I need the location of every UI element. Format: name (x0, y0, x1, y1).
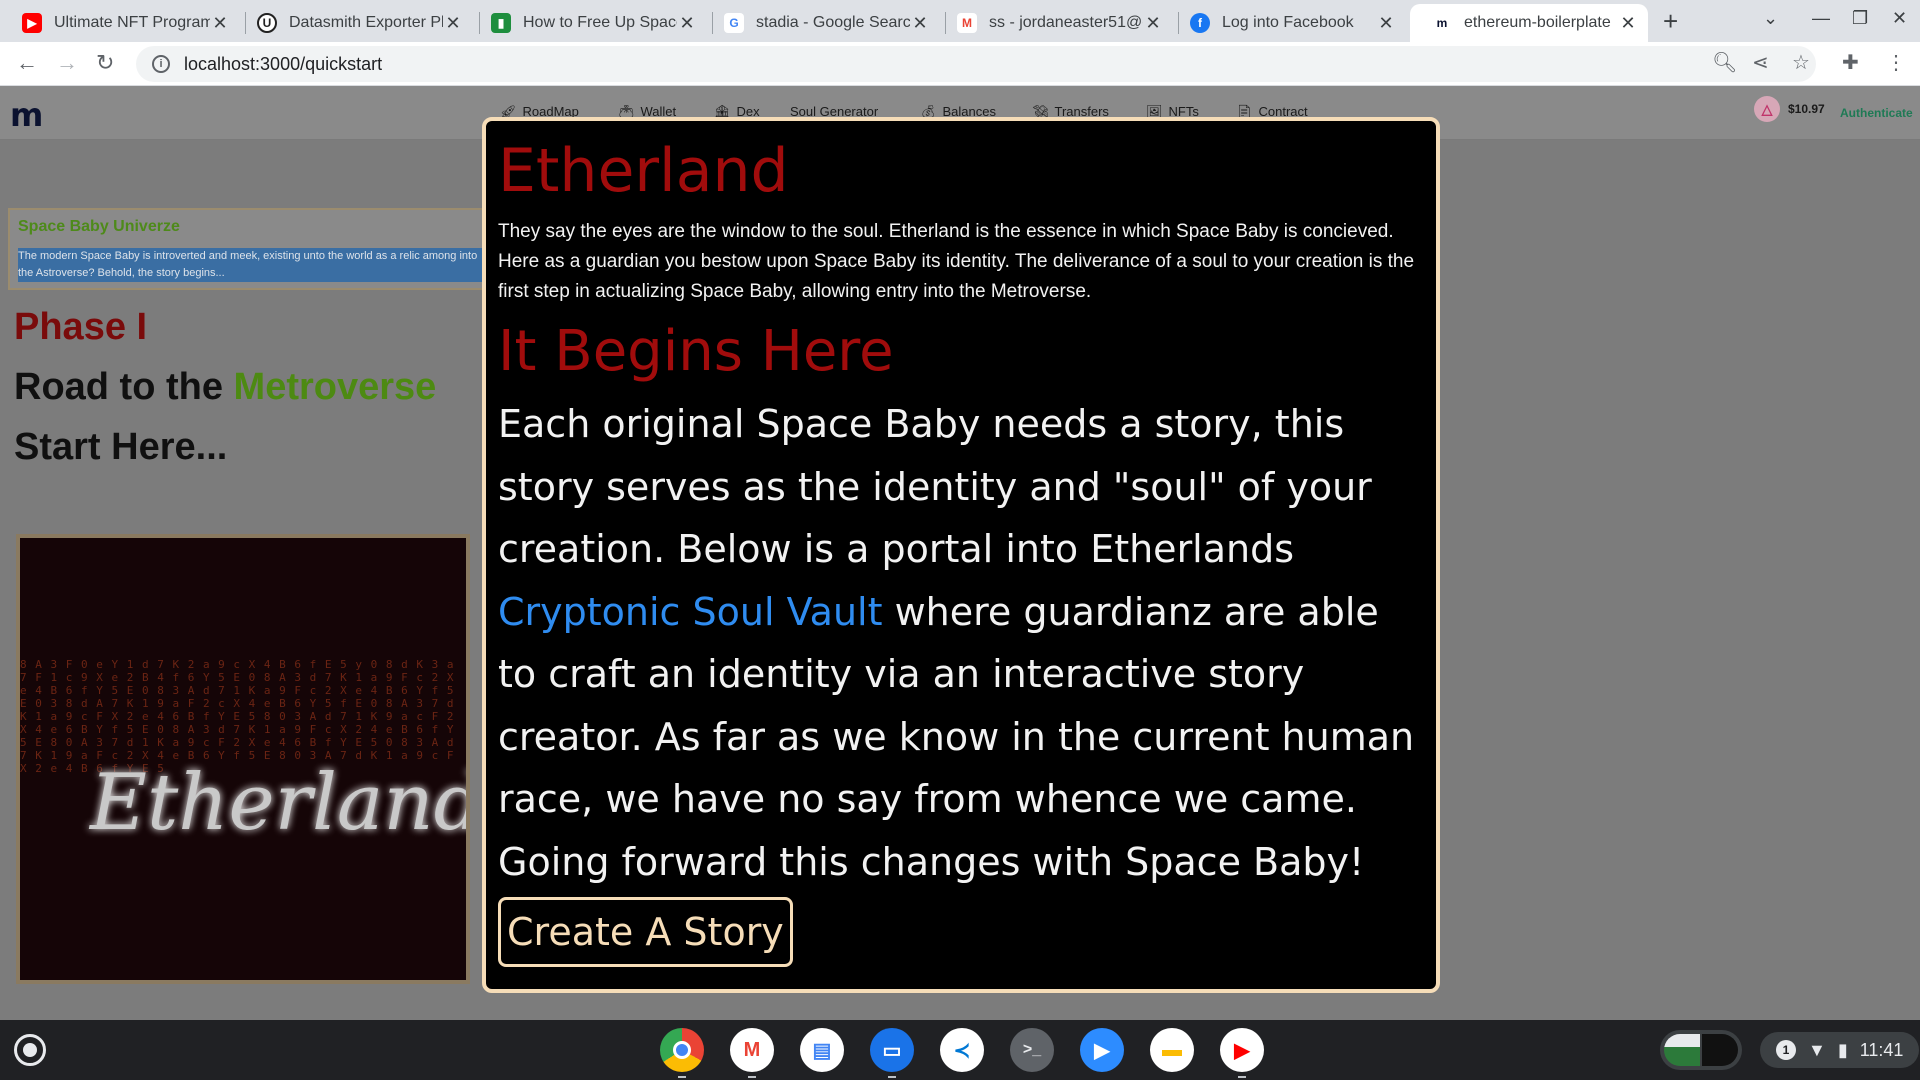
close-icon[interactable]: ✕ (443, 13, 463, 34)
share-icon[interactable]: ⋖ (1752, 50, 1769, 75)
google-icon: G (724, 13, 744, 33)
card-title: Space Baby Univerze (18, 218, 180, 235)
road-heading: Road to the Metroverse (14, 366, 437, 408)
window-close-icon[interactable]: ✕ (1892, 8, 1907, 29)
chrome-icon[interactable] (660, 1028, 704, 1078)
gmail-icon: M (957, 13, 977, 33)
address-bar[interactable]: i localhost:3000/quickstart (136, 46, 1816, 82)
forward-icon[interactable]: → (56, 50, 78, 76)
zoom-icon[interactable]: 🔍︎ (1712, 50, 1737, 75)
tab-title: Log into Facebook (1222, 14, 1354, 31)
battery-icon: ▮ (1837, 1039, 1848, 1060)
bookmark-star-icon[interactable]: ☆ (1792, 50, 1810, 75)
tab-facebook[interactable]: f Log into Facebook ✕ (1168, 4, 1406, 42)
notification-count: 1 (1776, 1040, 1796, 1060)
back-icon[interactable]: ← (16, 50, 38, 76)
cryptonic-soul-vault-link[interactable]: Cryptonic Soul Vault (498, 590, 883, 634)
tab-title: ss - jordaneaster51@gm (989, 14, 1143, 31)
unreal-icon: U (257, 13, 277, 33)
tab-search-chevron-icon[interactable]: ⌄ (1763, 8, 1778, 29)
files-icon[interactable]: ▭ (870, 1028, 914, 1078)
create-story-button[interactable]: Create A Story (498, 897, 793, 967)
tab-datasmith[interactable]: U Datasmith Exporter Plu ✕ (235, 4, 473, 42)
menu-kebab-icon[interactable]: ⋮ (1886, 50, 1906, 75)
tab-ultimate-nft[interactable]: ▶ Ultimate NFT Programm ✕ (0, 4, 240, 42)
tab-title: Ultimate NFT Programm (54, 14, 210, 31)
phase-heading: Phase I (14, 306, 148, 348)
wallet-balance[interactable]: △ $10.97 (1754, 96, 1825, 122)
launcher-icon[interactable] (14, 1034, 46, 1066)
clock: 11:41 (1859, 1039, 1904, 1060)
tab-free-up-space[interactable]: ▮ How to Free Up Space o ✕ (469, 4, 707, 42)
tab-gmail[interactable]: M ss - jordaneaster51@gm ✕ (935, 4, 1173, 42)
docs-icon[interactable]: ▤ (800, 1028, 844, 1072)
url-text: localhost:3000/quickstart (184, 53, 383, 74)
tote-thumbnails[interactable] (1660, 1030, 1742, 1070)
modal-title: Etherland (498, 136, 789, 206)
tab-ethereum-boilerplate[interactable]: m ethereum-boilerplate ✕ (1410, 4, 1648, 42)
modal-subtitle: It Begins Here (498, 319, 894, 384)
terminal-icon[interactable]: >_ (1010, 1028, 1054, 1072)
browser-toolbar: ← → ↻ i localhost:3000/quickstart (0, 42, 1920, 86)
tab-title: stadia - Google Search (756, 14, 910, 31)
vscode-icon[interactable]: ≺ (940, 1028, 984, 1072)
univerze-card: Space Baby Univerze The modern Space Bab… (8, 208, 508, 290)
close-icon[interactable]: ✕ (1376, 13, 1396, 34)
google-files-icon: ▮ (491, 13, 511, 33)
close-icon[interactable]: ✕ (210, 13, 230, 34)
restore-icon[interactable]: ❐ (1852, 8, 1868, 29)
modal-story: Each original Space Baby needs a story, … (498, 402, 1415, 884)
start-here-heading: Start Here... (14, 426, 228, 468)
tab-title: How to Free Up Space o (523, 14, 677, 31)
tab-stadia-search[interactable]: G stadia - Google Search ✕ (702, 4, 940, 42)
gmail-icon[interactable]: M (730, 1028, 774, 1078)
tab-strip: ▶ Ultimate NFT Programm ✕ U Datasmith Ex… (0, 0, 1920, 42)
thumbnail-image (1702, 1034, 1738, 1066)
moralis-icon: m (1432, 13, 1452, 33)
close-icon[interactable]: ✕ (1143, 13, 1163, 34)
close-icon[interactable]: ✕ (1618, 13, 1638, 34)
etherland-artwork: 8 A 3 F 0 e Y 1 d 7 K 2 a 9 c X 4 B 6 f … (16, 534, 470, 984)
new-tab-button[interactable]: + (1663, 6, 1678, 37)
tab-title: ethereum-boilerplate (1464, 14, 1611, 31)
modal-intro: They say the eyes are the window to the … (498, 221, 1415, 302)
youtube-icon[interactable]: ▶ (1220, 1028, 1264, 1078)
extensions-icon[interactable]: ✚ (1842, 50, 1859, 75)
status-tray[interactable]: 1 ▼ ▮ 11:41 (1760, 1032, 1920, 1068)
os-shelf: M ▤ ▭ ≺ >_ ▶ ▬ ▶ 1 ▼ ▮ 11:41 (0, 1020, 1920, 1080)
thumbnail-image (1664, 1034, 1700, 1066)
authenticate-button[interactable]: Authenticate (1840, 106, 1913, 120)
facebook-icon: f (1190, 13, 1210, 33)
close-icon[interactable]: ✕ (910, 13, 930, 34)
etherland-art-title: Etherland (90, 758, 470, 848)
wifi-icon: ▼ (1808, 1039, 1826, 1060)
balance-value: $10.97 (1788, 102, 1825, 116)
zoom-icon[interactable]: ▶ (1080, 1028, 1124, 1072)
moralis-logo[interactable]: m (10, 96, 43, 134)
etherland-modal: Etherland They say the eyes are the wind… (482, 117, 1440, 993)
close-icon[interactable]: ✕ (677, 13, 697, 34)
chain-icon: △ (1754, 96, 1780, 122)
site-info-icon[interactable]: i (152, 55, 170, 73)
card-description: The modern Space Baby is introverted and… (18, 248, 488, 282)
minimize-icon[interactable]: — (1812, 8, 1830, 29)
reload-icon[interactable]: ↻ (96, 50, 114, 76)
metroverse-text: Metroverse (233, 366, 437, 408)
tab-title: Datasmith Exporter Plu (289, 14, 443, 31)
youtube-icon: ▶ (22, 13, 42, 33)
keep-icon[interactable]: ▬ (1150, 1028, 1194, 1072)
